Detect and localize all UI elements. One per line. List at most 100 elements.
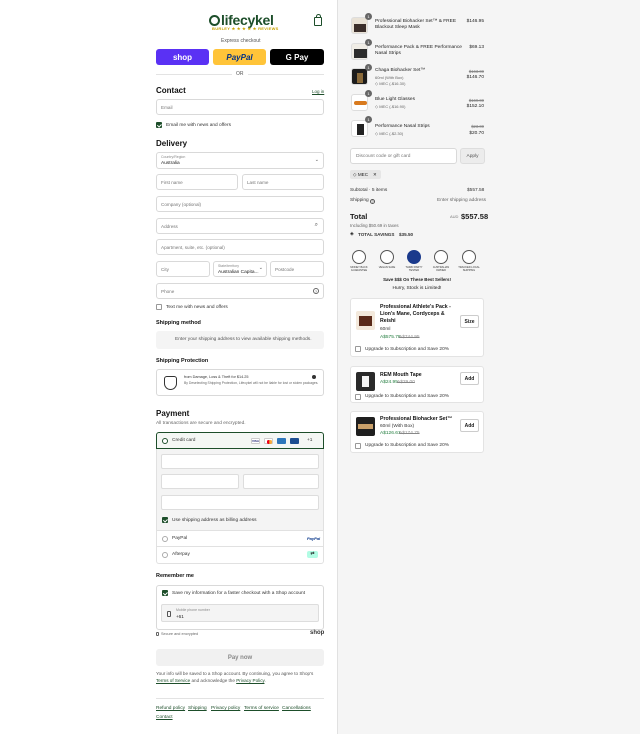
subscription-checkbox[interactable] <box>355 394 361 400</box>
item-name: Blue Light Glasses <box>375 97 415 102</box>
item-variant: 60ml (With Box) <box>375 75 404 80</box>
privacy-link[interactable]: Privacy Policy <box>236 678 264 683</box>
item-name: Chaga Biohacker Set™ <box>375 68 426 73</box>
sms-checkbox[interactable] <box>156 304 162 310</box>
divider <box>156 698 324 699</box>
chevron-down-icon: ⌄ <box>258 265 263 271</box>
product-thumbnail <box>351 94 368 111</box>
footer-refund-link[interactable]: Refund policy <box>156 706 185 711</box>
footer-cancellations-link[interactable]: Cancellations <box>282 706 311 711</box>
card-details-panel: Use shipping address as billing address <box>156 449 324 531</box>
help-icon[interactable]: ? <box>370 198 375 204</box>
protection-toggle[interactable] <box>312 375 316 379</box>
first-name-field[interactable]: First name <box>156 174 238 190</box>
discount-code-field[interactable]: Discount code or gift card <box>350 148 457 164</box>
item-name: Performance Pack & FREE Performance Nasa… <box>375 45 462 56</box>
upsell-card: REM Mouth Tape A$24.95 A$29.00 Add Upgra… <box>350 366 484 403</box>
last-name-field[interactable]: Last name <box>242 174 324 190</box>
item-price: $69.13 <box>469 45 484 50</box>
terms-link[interactable]: Terms of Service <box>156 678 190 683</box>
cart-icon[interactable] <box>314 14 322 26</box>
footer-terms-link[interactable]: Terms of service <box>244 706 279 711</box>
product-thumbnail <box>356 417 375 436</box>
item-old-price: $163.00 <box>468 69 484 74</box>
product-thumbnail <box>351 68 368 85</box>
upsell-subtitle: Hurry, Stock is Limited! <box>392 286 442 291</box>
total-value: $557.58 <box>461 212 489 221</box>
expiry-field[interactable] <box>161 474 239 489</box>
help-icon[interactable]: ? <box>313 287 319 294</box>
footer-shipping-link[interactable]: Shipping <box>188 706 207 711</box>
paypal-button[interactable]: PayPal <box>213 49 266 65</box>
mastercard-icon <box>264 438 273 444</box>
upsell-title: Save $$$ On These Best Sellers! <box>383 277 451 282</box>
shipping-icon <box>462 250 476 264</box>
country-select[interactable]: Country/Region Australia ⌄ <box>156 152 324 169</box>
apply-button[interactable]: Apply <box>460 148 485 164</box>
subscription-checkbox[interactable] <box>355 346 361 352</box>
shipping-label: Shipping <box>350 198 369 203</box>
footer-contact-link[interactable]: Contact <box>156 715 173 720</box>
footer-privacy-link[interactable]: Privacy policy <box>211 706 240 711</box>
shipping-protection-heading: Shipping Protection <box>156 358 209 364</box>
company-field[interactable]: Company (optional) <box>156 196 324 212</box>
state-select[interactable]: State/territory Australian Capita... ⌄ <box>213 261 267 277</box>
address-field[interactable]: Address ⌕ <box>156 218 324 234</box>
add-button[interactable]: Add <box>460 372 479 385</box>
shop-pay-button[interactable]: shop <box>156 49 209 65</box>
subscription-checkbox[interactable] <box>355 443 361 449</box>
product-thumbnail <box>356 372 375 391</box>
divider <box>248 74 324 75</box>
discount-tag: ◇ MEC (-$2.30) <box>375 131 404 136</box>
shipping-method-heading: Shipping method <box>156 320 201 326</box>
money-back-icon <box>352 250 366 264</box>
payment-heading: Payment <box>156 409 190 418</box>
credit-card-radio[interactable] <box>162 438 168 444</box>
save-info-checkbox[interactable] <box>162 590 168 596</box>
cardholder-name-field[interactable] <box>161 495 319 510</box>
google-pay-button[interactable]: G Pay <box>270 49 324 65</box>
card-number-field[interactable] <box>161 454 319 469</box>
vegan-icon <box>380 250 394 264</box>
afterpay-radio[interactable] <box>162 552 168 558</box>
legal-text: Your info will be saved to a Shop accoun… <box>156 671 314 683</box>
contact-heading: Contact <box>156 86 186 95</box>
email-field[interactable]: Email <box>156 99 324 115</box>
mobile-phone-field[interactable]: Mobile phone number +61 <box>161 604 319 622</box>
express-checkout-label: Express checkout <box>221 38 261 44</box>
visa-icon: VISA <box>251 438 260 444</box>
pay-now-button[interactable]: Pay now <box>156 649 324 666</box>
brand-tagline: BURLEY ★ ★ ★ ★ ★ REVIEWS <box>212 26 279 31</box>
item-price: $152.10 <box>466 104 484 109</box>
postcode-field[interactable]: Postcode <box>270 261 324 277</box>
or-label: OR <box>236 71 244 77</box>
phone-field[interactable]: Phone? <box>156 283 324 299</box>
quantity-badge: 1 <box>365 39 372 46</box>
mobile-icon <box>167 611 171 617</box>
billing-address-checkbox[interactable] <box>162 517 168 523</box>
item-name: Performance Nasal Strips <box>375 124 430 129</box>
paypal-option[interactable]: PayPal PayPal <box>156 531 324 547</box>
subtotal-label: Subtotal · 5 items <box>350 188 388 193</box>
shipping-method-notice: Enter your shipping address to view avai… <box>156 331 324 349</box>
login-link[interactable]: Log in <box>312 89 324 94</box>
secure-label: Secure and encrypted <box>161 632 199 636</box>
chevron-down-icon: ⌄ <box>314 157 319 163</box>
city-field[interactable]: City <box>156 261 210 277</box>
security-code-field[interactable] <box>243 474 319 489</box>
payment-subtitle: All transactions are secure and encrypte… <box>156 421 246 426</box>
applied-discount-chip: ◇ MEC ✕ <box>350 170 381 179</box>
amex-icon <box>277 438 286 444</box>
paypal-radio[interactable] <box>162 536 168 542</box>
apartment-field[interactable]: Apartment, suite, etc. (optional) <box>156 239 324 255</box>
remember-me-heading: Remember me <box>156 573 194 579</box>
paypal-logo: PayPal <box>307 536 321 541</box>
remove-discount-icon[interactable]: ✕ <box>373 172 377 177</box>
size-button[interactable]: Size <box>460 315 479 328</box>
lock-icon <box>156 632 159 636</box>
email-news-checkbox[interactable] <box>156 122 162 128</box>
add-button[interactable]: Add <box>460 419 479 432</box>
afterpay-option[interactable]: Afterpay ⇄ <box>156 547 324 564</box>
item-name: Professional Biohacker Set™ & FREE Black… <box>375 19 457 30</box>
credit-card-option[interactable]: Credit card VISA +1 <box>156 432 324 449</box>
